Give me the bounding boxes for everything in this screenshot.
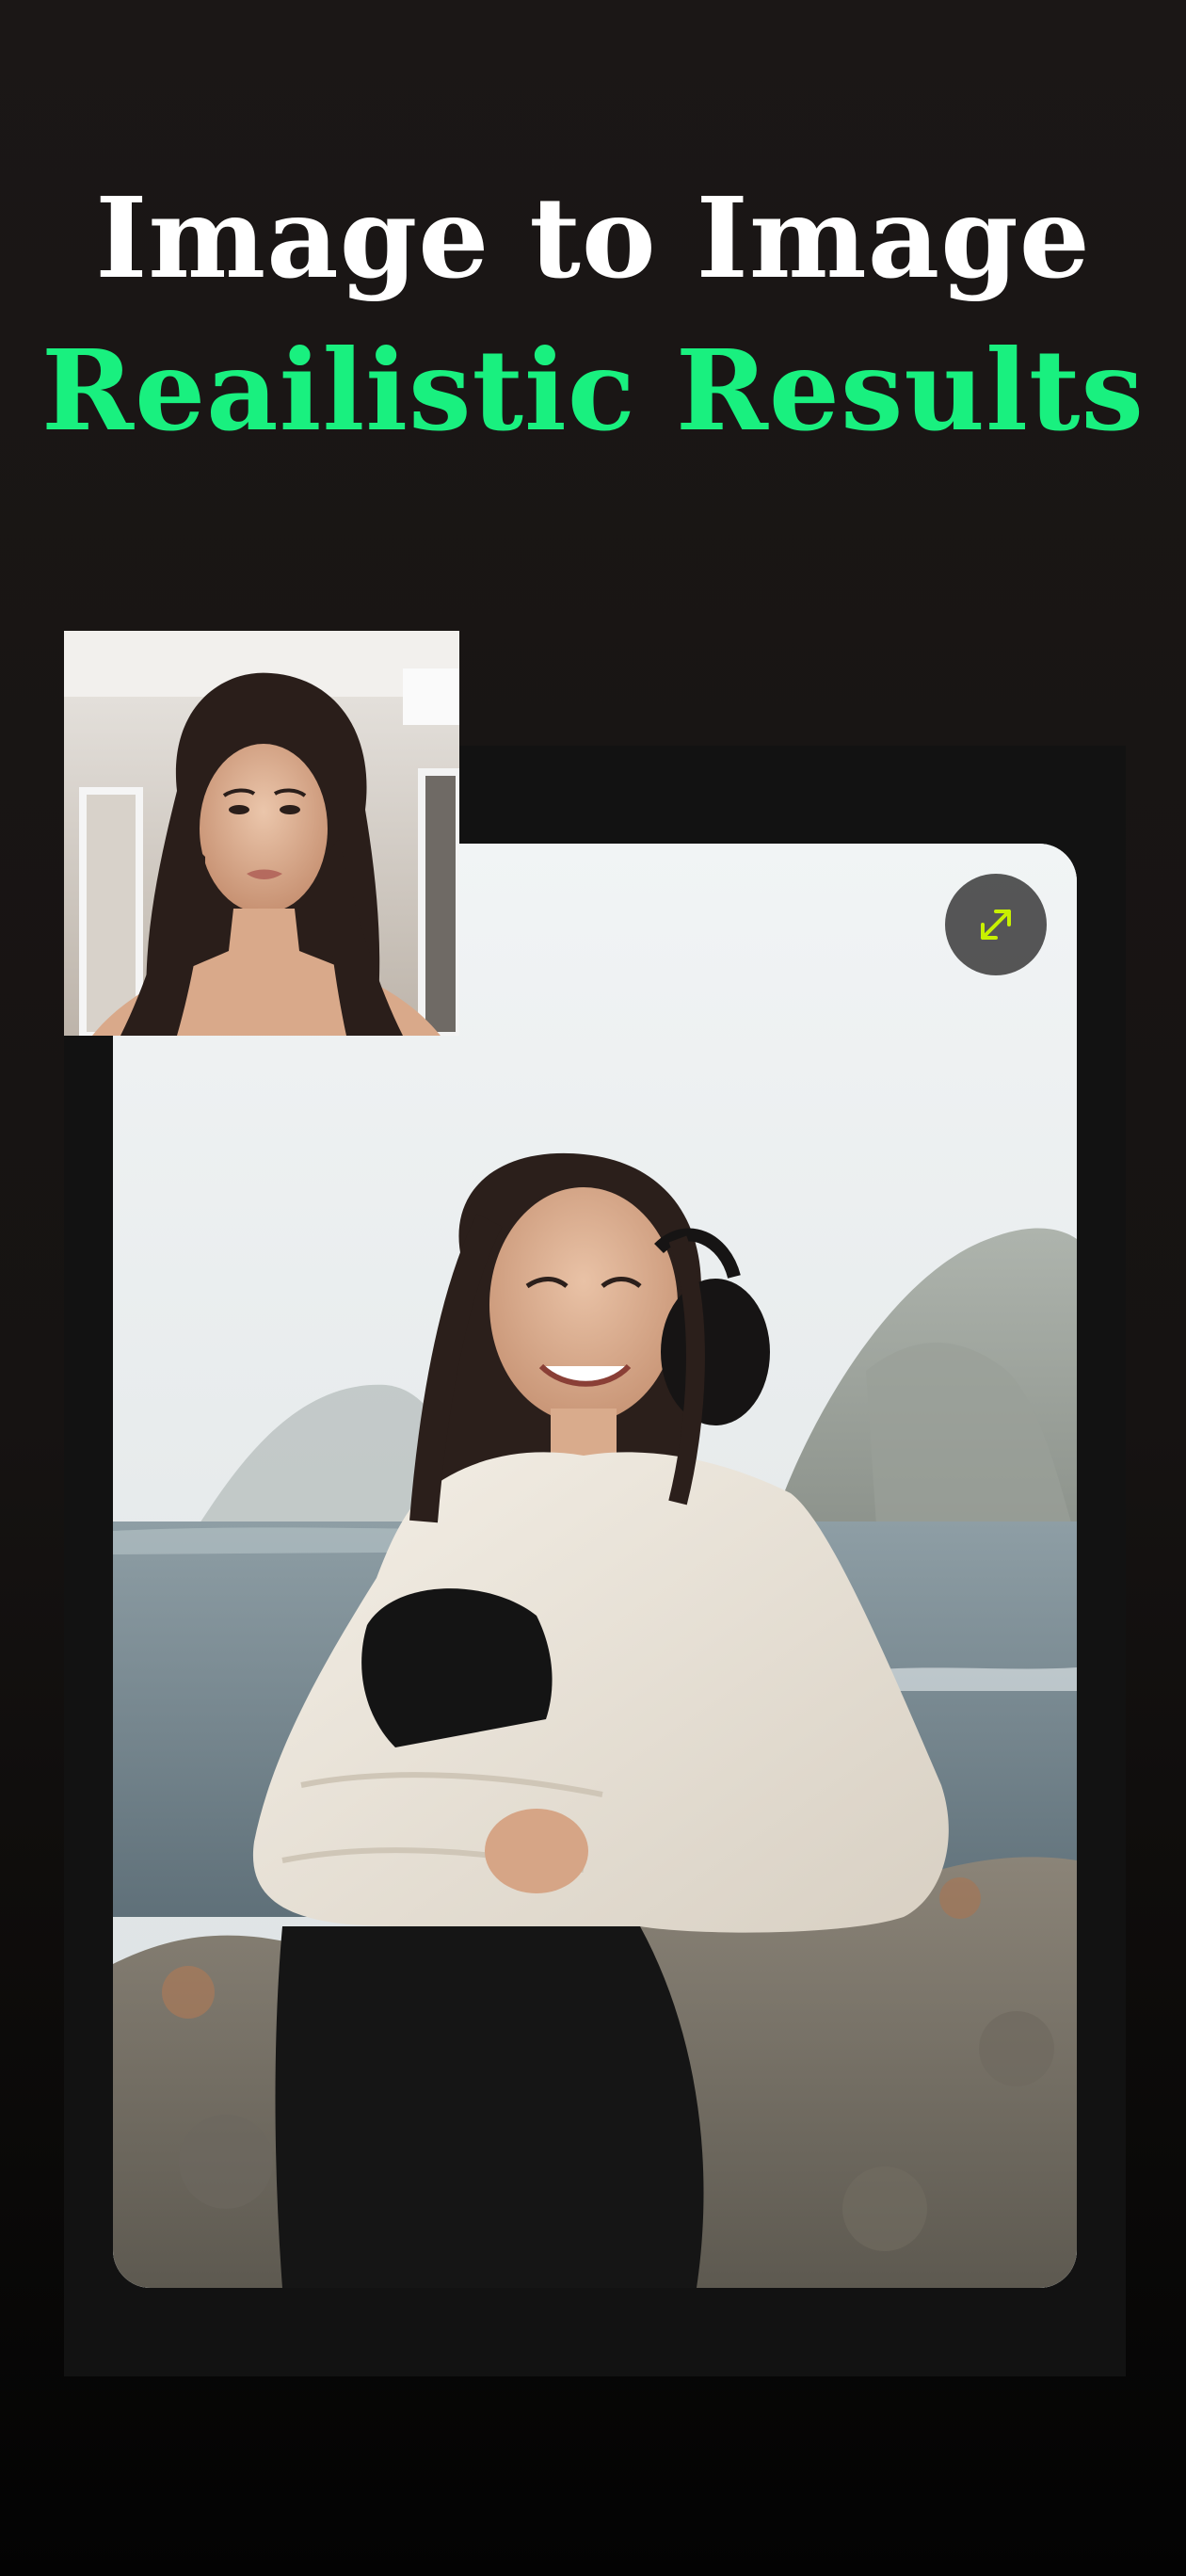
title-line-2: Reailistic Results [41,325,1145,456]
expand-button[interactable] [945,874,1047,975]
result-photo-illustration [113,844,1077,2288]
source-image-thumbnail[interactable] [64,631,459,1036]
portrait-photo-illustration [64,631,459,1036]
title-line-1: Image to Image [95,172,1091,303]
expand-arrows-icon [981,910,1011,940]
result-image[interactable] [113,844,1077,2288]
